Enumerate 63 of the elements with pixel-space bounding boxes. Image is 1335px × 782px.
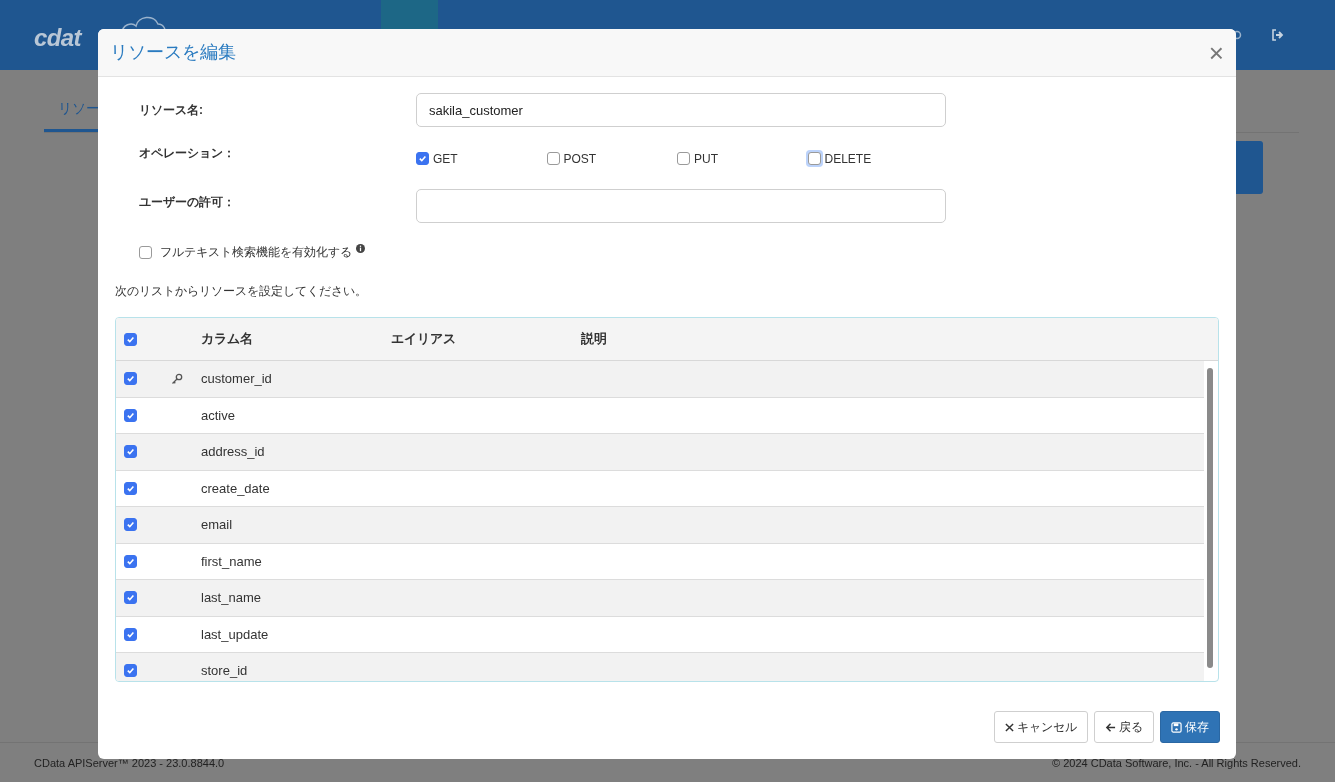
check-icon: [126, 629, 135, 639]
table-cell-text: address_id: [201, 443, 265, 461]
field-label: オペレーション：: [138, 145, 236, 162]
checkbox-label: PUT: [694, 150, 718, 168]
instruction-text: 次のリストからリソースを設定してください。: [115, 283, 368, 300]
user-permission-field[interactable]: [416, 189, 946, 223]
check-icon: [418, 154, 427, 163]
row-checkbox[interactable]: [124, 554, 137, 568]
version-text: CData APIServer™ 2023 - 23.0.8844.0: [34, 756, 225, 772]
table-cell-text: store_id: [201, 662, 248, 680]
operation-checkbox[interactable]: [807, 152, 821, 165]
row-checkbox[interactable]: [124, 408, 137, 422]
back-button[interactable]: 戻る: [1094, 711, 1154, 743]
check-icon: [126, 520, 135, 530]
table-cell-text: active: [201, 406, 235, 425]
dialog-title: リソースを編集: [110, 41, 236, 64]
full-text-checkbox[interactable]: [139, 245, 152, 259]
check-icon: [126, 447, 135, 457]
arrow-left-icon: [1105, 721, 1116, 733]
scrollbar[interactable]: [1207, 368, 1213, 668]
close-button[interactable]: ×: [1208, 39, 1224, 66]
table-cell-text: create_date: [201, 479, 270, 498]
checkbox-label: DELETE: [824, 150, 872, 168]
operation-checkbox[interactable]: [546, 152, 560, 165]
checkbox-label: POST: [563, 150, 597, 168]
copyright-text: © 2024 CData Software, Inc. - All Rights Reserved.: [1052, 756, 1301, 772]
table-cell-text: last_name: [201, 589, 261, 607]
check-icon: [126, 410, 135, 420]
table-cell-text: customer_id: [201, 370, 272, 388]
check-icon: [126, 666, 135, 676]
table-cell-text: first_name: [201, 552, 262, 571]
checkbox-label: GET: [433, 150, 458, 168]
row-checkbox[interactable]: [124, 481, 137, 495]
row-checkbox[interactable]: [124, 445, 137, 459]
key-icon: [171, 372, 183, 385]
operation-checkbox[interactable]: [677, 152, 690, 165]
check-icon: [126, 374, 135, 384]
row-checkbox[interactable]: [124, 664, 137, 678]
checkbox-label: フルテキスト検索機能を有効化する: [160, 244, 352, 261]
row-checkbox[interactable]: [124, 627, 137, 641]
field-label: ユーザーの許可：: [138, 194, 236, 211]
column-header: 説明: [581, 330, 608, 349]
save-button[interactable]: 保存: [1160, 711, 1220, 743]
column-header: エイリアス: [391, 330, 457, 349]
close-icon: [1005, 722, 1014, 732]
check-icon: [126, 556, 135, 566]
row-checkbox[interactable]: [124, 518, 137, 532]
table-cell-text: email: [201, 516, 233, 534]
table-cell-text: last_update: [201, 625, 269, 644]
sign-out-icon[interactable]: [1271, 29, 1284, 41]
select-all-checkbox[interactable]: [124, 332, 137, 346]
logo: cdat: [34, 23, 81, 53]
check-icon: [126, 334, 135, 344]
row-checkbox[interactable]: [124, 372, 137, 386]
cancel-button[interactable]: キャンセル: [994, 711, 1088, 743]
row-checkbox[interactable]: [124, 591, 137, 605]
info-icon[interactable]: [356, 243, 365, 253]
field-label: リソース名:: [138, 102, 204, 119]
check-icon: [126, 593, 135, 603]
column-header: カラム名: [201, 330, 254, 349]
operation-checkbox[interactable]: [416, 152, 429, 165]
check-icon: [126, 483, 135, 493]
resource-name-field[interactable]: sakila_customer: [416, 93, 946, 127]
